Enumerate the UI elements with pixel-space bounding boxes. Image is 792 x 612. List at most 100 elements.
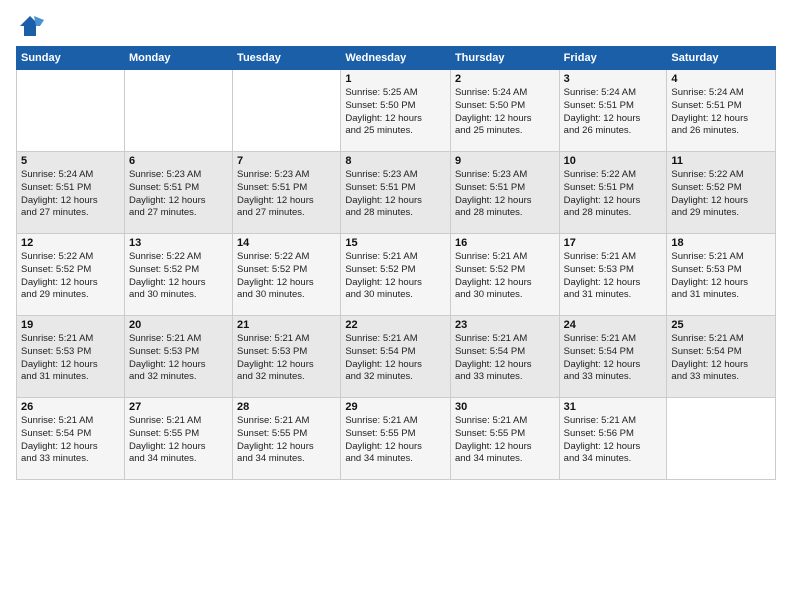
day-cell: 26 Sunrise: 5:21 AMSunset: 5:54 PMDayligh…	[17, 398, 125, 480]
calendar: SundayMondayTuesdayWednesdayThursdayFrid…	[16, 46, 776, 480]
day-info: Sunrise: 5:24 AMSunset: 5:51 PMDaylight:…	[671, 87, 771, 138]
day-info: Sunrise: 5:24 AMSunset: 5:50 PMDaylight:…	[455, 87, 555, 138]
header	[16, 12, 776, 40]
day-cell: 31 Sunrise: 5:21 AMSunset: 5:56 PMDayligh…	[559, 398, 667, 480]
page: SundayMondayTuesdayWednesdayThursdayFrid…	[0, 0, 792, 612]
day-number: 27	[129, 401, 228, 413]
day-info: Sunrise: 5:21 AMSunset: 5:53 PMDaylight:…	[564, 251, 663, 302]
day-cell: 7 Sunrise: 5:23 AMSunset: 5:51 PMDaylight…	[233, 152, 341, 234]
day-cell: 30 Sunrise: 5:21 AMSunset: 5:55 PMDayligh…	[450, 398, 559, 480]
day-number: 14	[237, 237, 336, 249]
day-info: Sunrise: 5:21 AMSunset: 5:55 PMDaylight:…	[129, 415, 228, 466]
day-cell: 18Sunrise: 5:21 AMSunset: 5:53 PMDayligh…	[667, 234, 776, 316]
header-tuesday: Tuesday	[233, 47, 341, 70]
day-number: 30	[455, 401, 555, 413]
day-number: 2	[455, 73, 555, 85]
day-cell: 24Sunrise: 5:21 AMSunset: 5:54 PMDayligh…	[559, 316, 667, 398]
day-info: Sunrise: 5:21 AMSunset: 5:53 PMDaylight:…	[21, 333, 120, 384]
day-number: 9	[455, 155, 555, 167]
day-cell: 23 Sunrise: 5:21 AMSunset: 5:54 PMDayligh…	[450, 316, 559, 398]
week-row-2: 5 Sunrise: 5:24 AMSunset: 5:51 PMDaylight…	[17, 152, 776, 234]
day-number: 11	[671, 155, 771, 167]
day-number: 17	[564, 237, 663, 249]
header-friday: Friday	[559, 47, 667, 70]
day-info: Sunrise: 5:22 AMSunset: 5:52 PMDaylight:…	[671, 169, 771, 220]
day-info: Sunrise: 5:22 AMSunset: 5:51 PMDaylight:…	[564, 169, 663, 220]
day-info: Sunrise: 5:22 AMSunset: 5:52 PMDaylight:…	[129, 251, 228, 302]
header-sunday: Sunday	[17, 47, 125, 70]
day-cell	[124, 70, 232, 152]
day-cell: 4Sunrise: 5:24 AMSunset: 5:51 PMDaylight…	[667, 70, 776, 152]
day-info: Sunrise: 5:23 AMSunset: 5:51 PMDaylight:…	[345, 169, 446, 220]
day-cell	[17, 70, 125, 152]
day-cell: 2 Sunrise: 5:24 AMSunset: 5:50 PMDaylight…	[450, 70, 559, 152]
day-number: 26	[21, 401, 120, 413]
day-cell: 28Sunrise: 5:21 AMSunset: 5:55 PMDayligh…	[233, 398, 341, 480]
day-info: Sunrise: 5:21 AMSunset: 5:55 PMDaylight:…	[345, 415, 446, 466]
week-row-1: 1 Sunrise: 5:25 AMSunset: 5:50 PMDaylight…	[17, 70, 776, 152]
day-cell: 25 Sunrise: 5:21 AMSunset: 5:54 PMDayligh…	[667, 316, 776, 398]
header-thursday: Thursday	[450, 47, 559, 70]
week-row-4: 19 Sunrise: 5:21 AMSunset: 5:53 PMDayligh…	[17, 316, 776, 398]
day-number: 20	[129, 319, 228, 331]
day-number: 22	[345, 319, 446, 331]
day-cell	[667, 398, 776, 480]
week-row-3: 12Sunrise: 5:22 AMSunset: 5:52 PMDayligh…	[17, 234, 776, 316]
day-number: 15	[345, 237, 446, 249]
day-info: Sunrise: 5:22 AMSunset: 5:52 PMDaylight:…	[237, 251, 336, 302]
day-number: 8	[345, 155, 446, 167]
day-info: Sunrise: 5:21 AMSunset: 5:54 PMDaylight:…	[671, 333, 771, 384]
day-number: 16	[455, 237, 555, 249]
day-info: Sunrise: 5:24 AMSunset: 5:51 PMDaylight:…	[21, 169, 120, 220]
day-info: Sunrise: 5:21 AMSunset: 5:52 PMDaylight:…	[455, 251, 555, 302]
day-number: 31	[564, 401, 663, 413]
day-cell: 15 Sunrise: 5:21 AMSunset: 5:52 PMDayligh…	[341, 234, 451, 316]
day-cell: 21Sunrise: 5:21 AMSunset: 5:53 PMDayligh…	[233, 316, 341, 398]
logo-icon	[16, 12, 44, 40]
day-number: 19	[21, 319, 120, 331]
day-number: 24	[564, 319, 663, 331]
day-number: 13	[129, 237, 228, 249]
day-info: Sunrise: 5:21 AMSunset: 5:54 PMDaylight:…	[345, 333, 446, 384]
day-cell: 3 Sunrise: 5:24 AMSunset: 5:51 PMDaylight…	[559, 70, 667, 152]
day-number: 6	[129, 155, 228, 167]
day-number: 5	[21, 155, 120, 167]
day-cell	[233, 70, 341, 152]
header-saturday: Saturday	[667, 47, 776, 70]
day-info: Sunrise: 5:21 AMSunset: 5:53 PMDaylight:…	[671, 251, 771, 302]
day-cell: 5 Sunrise: 5:24 AMSunset: 5:51 PMDaylight…	[17, 152, 125, 234]
day-cell: 19 Sunrise: 5:21 AMSunset: 5:53 PMDayligh…	[17, 316, 125, 398]
day-info: Sunrise: 5:21 AMSunset: 5:54 PMDaylight:…	[21, 415, 120, 466]
day-cell: 14 Sunrise: 5:22 AMSunset: 5:52 PMDayligh…	[233, 234, 341, 316]
day-info: Sunrise: 5:23 AMSunset: 5:51 PMDaylight:…	[129, 169, 228, 220]
day-cell: 22 Sunrise: 5:21 AMSunset: 5:54 PMDayligh…	[341, 316, 451, 398]
day-info: Sunrise: 5:21 AMSunset: 5:54 PMDaylight:…	[455, 333, 555, 384]
day-info: Sunrise: 5:21 AMSunset: 5:53 PMDaylight:…	[129, 333, 228, 384]
day-cell: 13 Sunrise: 5:22 AMSunset: 5:52 PMDayligh…	[124, 234, 232, 316]
day-number: 23	[455, 319, 555, 331]
day-cell: 8 Sunrise: 5:23 AMSunset: 5:51 PMDaylight…	[341, 152, 451, 234]
day-info: Sunrise: 5:24 AMSunset: 5:51 PMDaylight:…	[564, 87, 663, 138]
day-number: 10	[564, 155, 663, 167]
day-number: 25	[671, 319, 771, 331]
day-cell: 10 Sunrise: 5:22 AMSunset: 5:51 PMDayligh…	[559, 152, 667, 234]
day-cell: 9Sunrise: 5:23 AMSunset: 5:51 PMDaylight…	[450, 152, 559, 234]
day-info: Sunrise: 5:25 AMSunset: 5:50 PMDaylight:…	[345, 87, 446, 138]
day-info: Sunrise: 5:21 AMSunset: 5:53 PMDaylight:…	[237, 333, 336, 384]
day-cell: 29 Sunrise: 5:21 AMSunset: 5:55 PMDayligh…	[341, 398, 451, 480]
day-number: 1	[345, 73, 446, 85]
day-info: Sunrise: 5:23 AMSunset: 5:51 PMDaylight:…	[237, 169, 336, 220]
day-info: Sunrise: 5:22 AMSunset: 5:52 PMDaylight:…	[21, 251, 120, 302]
day-info: Sunrise: 5:21 AMSunset: 5:56 PMDaylight:…	[564, 415, 663, 466]
day-number: 28	[237, 401, 336, 413]
day-cell: 27 Sunrise: 5:21 AMSunset: 5:55 PMDayligh…	[124, 398, 232, 480]
day-cell: 17 Sunrise: 5:21 AMSunset: 5:53 PMDayligh…	[559, 234, 667, 316]
day-cell: 16 Sunrise: 5:21 AMSunset: 5:52 PMDayligh…	[450, 234, 559, 316]
day-number: 7	[237, 155, 336, 167]
day-number: 3	[564, 73, 663, 85]
day-cell: 11 Sunrise: 5:22 AMSunset: 5:52 PMDayligh…	[667, 152, 776, 234]
day-number: 29	[345, 401, 446, 413]
day-info: Sunrise: 5:21 AMSunset: 5:52 PMDaylight:…	[345, 251, 446, 302]
header-monday: Monday	[124, 47, 232, 70]
day-info: Sunrise: 5:21 AMSunset: 5:55 PMDaylight:…	[455, 415, 555, 466]
